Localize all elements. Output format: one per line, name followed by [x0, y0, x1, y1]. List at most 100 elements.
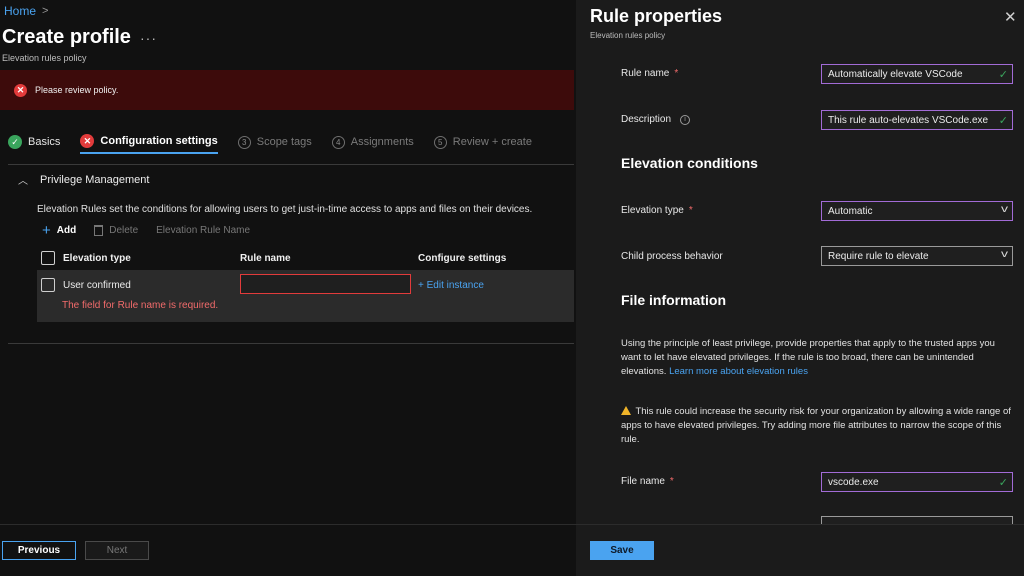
rule-properties-panel: Rule properties Elevation rules policy ✕…: [576, 0, 1024, 576]
warning-icon: [621, 406, 631, 415]
rule-name-field[interactable]: Automatically elevate VSCode ✓: [821, 64, 1013, 84]
label-text: File name: [621, 476, 665, 487]
rules-toolbar: + Add Delete Elevation Rule Name: [42, 222, 250, 239]
error-banner: ✕ Please review policy.: [0, 70, 574, 110]
tab-label: Assignments: [350, 136, 414, 148]
tab-basics[interactable]: ✓ Basics: [8, 130, 60, 154]
divider: [8, 164, 574, 165]
checkmark-icon: ✓: [998, 69, 1008, 81]
divider: [576, 524, 1024, 525]
previous-button[interactable]: Previous: [2, 541, 76, 560]
next-field-partial[interactable]: [821, 516, 1013, 524]
chevron-up-icon: ︿: [18, 176, 28, 187]
panel-subtitle: Elevation rules policy: [590, 31, 666, 40]
wizard-tabs: ✓ Basics ✕ Configuration settings 3 Scop…: [8, 130, 552, 154]
elevation-conditions-heading: Elevation conditions: [621, 155, 758, 171]
elevation-type-label: Elevation type *: [621, 205, 693, 216]
warning-text: This rule could increase the security ri…: [621, 406, 1011, 445]
breadcrumb-home-link[interactable]: Home: [4, 4, 36, 18]
step-number-icon: 4: [331, 135, 345, 149]
field-value: Automatically elevate VSCode: [828, 68, 963, 80]
delete-button[interactable]: Delete: [94, 225, 138, 236]
file-name-label: File name *: [621, 476, 674, 487]
child-process-label: Child process behavior: [621, 251, 723, 262]
chevron-right-icon: >: [42, 5, 49, 17]
label-text: Description: [621, 114, 672, 125]
save-button[interactable]: Save: [590, 541, 654, 560]
more-options-icon[interactable]: ···: [140, 30, 157, 46]
info-icon[interactable]: i: [680, 114, 691, 125]
table-header: Elevation type Rule name Configure setti…: [37, 246, 574, 270]
privilege-management-section-toggle[interactable]: ︿ Privilege Management: [18, 172, 150, 188]
select-all-checkbox[interactable]: [41, 251, 55, 265]
file-name-field[interactable]: vscode.exe ✓: [821, 472, 1013, 492]
chevron-down-icon: v: [1001, 204, 1008, 215]
field-value: vscode.exe: [828, 476, 879, 488]
child-process-dropdown[interactable]: Require rule to elevate v: [821, 246, 1013, 266]
step-number-icon: 5: [433, 135, 447, 149]
divider: [0, 524, 576, 525]
create-profile-pane: Home > Create profile ··· Elevation rule…: [0, 0, 576, 576]
breadcrumb: Home >: [4, 4, 48, 18]
edit-instance-link[interactable]: + Edit instance: [418, 280, 484, 291]
error-icon: ✕: [14, 83, 27, 97]
add-button[interactable]: + Add: [42, 222, 76, 239]
elevation-rules-table: Elevation type Rule name Configure setti…: [37, 246, 574, 322]
tab-scope-tags[interactable]: 3 Scope tags: [237, 130, 312, 154]
warning-message: This rule could increase the security ri…: [621, 405, 1011, 447]
error-banner-message: Please review policy.: [35, 85, 119, 95]
description-field[interactable]: This rule auto-elevates VSCode.exe ✓: [821, 110, 1013, 130]
table-row: User confirmed + Edit instance The field…: [37, 270, 574, 322]
field-value: Require rule to elevate: [828, 250, 929, 262]
required-marker: *: [688, 205, 693, 216]
delete-label: Delete: [109, 225, 139, 236]
app-root: Home > Create profile ··· Elevation rule…: [0, 0, 1024, 576]
tab-label: Scope tags: [256, 136, 312, 148]
label-text: Rule name: [621, 68, 670, 79]
tab-label: Review + create: [452, 136, 532, 148]
file-information-heading: File information: [621, 292, 726, 308]
file-info-paragraph: Using the principle of least privilege, …: [621, 337, 1011, 379]
tab-configuration-settings[interactable]: ✕ Configuration settings: [80, 130, 218, 154]
trash-icon: [94, 225, 104, 236]
required-marker: *: [674, 68, 679, 79]
step-number-icon: 3: [237, 135, 251, 149]
add-label: Add: [56, 225, 77, 236]
rule-name-label: Rule name *: [621, 68, 678, 79]
checkmark-icon: ✓: [998, 477, 1008, 489]
close-icon[interactable]: ✕: [1004, 8, 1017, 26]
required-marker: *: [669, 476, 674, 487]
header-label: Elevation type: [63, 252, 131, 264]
checkmark-icon: ✓: [8, 135, 22, 149]
description-label: Description i: [621, 114, 691, 125]
checkmark-icon: ✓: [998, 115, 1008, 127]
section-title: Privilege Management: [40, 173, 150, 186]
header-elevation-type: Elevation type: [37, 251, 240, 265]
row-elevation-type: User confirmed: [41, 278, 131, 292]
tab-label: Configuration settings: [100, 135, 218, 147]
tab-assignments[interactable]: 4 Assignments: [331, 130, 414, 154]
elevation-type-value: User confirmed: [63, 279, 131, 291]
elevation-type-dropdown[interactable]: Automatic v: [821, 201, 1013, 221]
header-rule-name: Rule name: [240, 252, 291, 264]
learn-more-link[interactable]: Learn more about elevation rules: [669, 366, 808, 377]
header-configure-settings: Configure settings: [418, 252, 507, 264]
tab-review-create[interactable]: 5 Review + create: [433, 130, 532, 154]
panel-title: Rule properties: [590, 6, 723, 26]
page-subtitle: Elevation rules policy: [2, 53, 87, 63]
next-button[interactable]: Next: [85, 541, 149, 560]
chevron-down-icon: v: [1001, 249, 1008, 260]
error-icon: ✕: [80, 134, 95, 148]
elevation-rule-name-label: Elevation Rule Name: [156, 225, 251, 236]
field-value: This rule auto-elevates VSCode.exe: [828, 114, 989, 126]
divider: [8, 343, 574, 344]
rule-name-input[interactable]: [240, 274, 411, 294]
plus-icon: +: [42, 222, 51, 239]
row-checkbox[interactable]: [41, 278, 55, 292]
label-text: Elevation type: [621, 205, 684, 216]
rule-name-error-message: The field for Rule name is required.: [62, 300, 219, 311]
field-value: Automatic: [828, 205, 873, 217]
page-title: Create profile: [2, 26, 131, 48]
elevation-rule-name-button[interactable]: Elevation Rule Name: [156, 225, 250, 236]
label-text: Child process behavior: [621, 251, 723, 262]
